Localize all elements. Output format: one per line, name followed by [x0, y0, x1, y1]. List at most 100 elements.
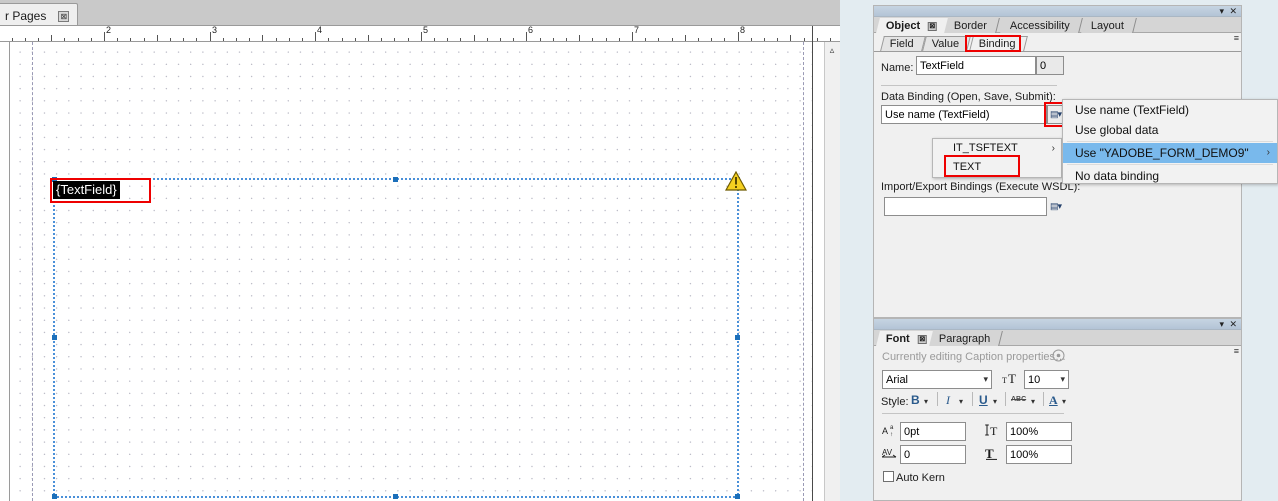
horizontal-scale-icon: T — [985, 446, 997, 460]
font-panel-minimize-icon[interactable]: ▾ — [1219, 319, 1224, 329]
ruler-tick — [51, 35, 52, 41]
strikethrough-dropdown-icon[interactable]: ▾ — [1031, 397, 1035, 406]
subtab-value[interactable]: Value — [922, 36, 972, 51]
selection-handle[interactable] — [393, 494, 398, 499]
tracking-icon: AV — [882, 448, 897, 458]
strikethrough-button[interactable]: ABC — [1011, 396, 1026, 403]
font-panel-close-icon[interactable]: ✕ — [1229, 319, 1237, 329]
data-binding-input[interactable]: Use name (TextField) — [881, 105, 1047, 124]
name-index-input[interactable]: 0 — [1036, 56, 1064, 75]
ruler-tick — [460, 38, 461, 41]
font-color-dropdown-icon[interactable]: ▾ — [1062, 397, 1066, 406]
selection-handle[interactable] — [735, 494, 740, 499]
font-family-select[interactable]: Arial ▾ — [882, 370, 992, 389]
menu-item-use-global-data[interactable]: Use global data — [1063, 120, 1277, 140]
underline-button[interactable]: U — [979, 393, 988, 407]
submenu-item-it-tsftext[interactable]: IT_TSFTEXT › — [933, 139, 1061, 158]
tab-font-close-icon[interactable]: ⊠ — [917, 334, 927, 344]
textfield-caption-text[interactable]: {TextField} — [53, 181, 120, 199]
subtab-field-label: Field — [889, 38, 914, 50]
menu-divider — [1067, 141, 1273, 142]
horizontal-scale-input[interactable]: 100% — [1006, 445, 1072, 464]
textfield-object[interactable] — [52, 177, 740, 499]
ruler-tick — [645, 38, 646, 41]
tab-object[interactable]: Object ⊠ — [876, 18, 951, 33]
import-export-list-picker-icon[interactable]: ▤▾ — [1047, 197, 1064, 216]
bold-button[interactable]: B — [911, 393, 920, 407]
object-panel-tabstrip: Object ⊠ Border Accessibility Layout ≡ — [874, 17, 1241, 43]
subtab-binding[interactable]: Binding — [969, 36, 1028, 51]
menu-item-no-data-binding[interactable]: No data binding — [1063, 166, 1277, 186]
ruler-tick — [12, 38, 13, 41]
tracking-input[interactable]: 0 — [900, 445, 966, 464]
selection-handle[interactable] — [393, 177, 398, 182]
selection-handle[interactable] — [735, 335, 740, 340]
tab-paragraph[interactable]: Paragraph — [929, 331, 1004, 346]
vertical-scale-input[interactable]: 100% — [1006, 422, 1072, 441]
ruler-tick — [513, 38, 514, 41]
ruler-tick — [117, 38, 118, 41]
font-family-value: Arial — [886, 373, 909, 386]
tab-layout[interactable]: Layout — [1081, 18, 1137, 33]
auto-kern-checkbox[interactable] — [883, 471, 894, 482]
selection-handle[interactable] — [52, 335, 57, 340]
document-tab[interactable]: r Pages ⊠ — [0, 3, 79, 25]
ruler-tick — [711, 38, 712, 41]
scroll-up-arrow-icon[interactable]: ▵ — [825, 43, 839, 57]
vertical-scale-icon: T — [985, 424, 998, 437]
ruler-tick — [183, 38, 184, 41]
warning-triangle-icon[interactable] — [725, 171, 747, 191]
baseline-shift-icon: A a ↑ — [882, 425, 894, 437]
menu-item-use-data-connection[interactable]: Use "YADOBE_FORM_DEMO9" › — [1063, 143, 1277, 163]
import-export-input[interactable] — [884, 197, 1047, 216]
tab-border-label: Border — [953, 20, 987, 32]
ruler-tick — [592, 38, 593, 41]
document-tab-close-icon[interactable]: ⊠ — [58, 10, 70, 22]
ruler-tick — [672, 38, 673, 41]
italic-dropdown-icon[interactable]: ▾ — [959, 397, 963, 406]
selection-handle[interactable] — [52, 494, 57, 499]
ruler-tick — [25, 38, 26, 41]
font-size-select[interactable]: 10 ▾ — [1024, 370, 1069, 389]
italic-button[interactable]: I — [946, 393, 950, 408]
name-input[interactable]: TextField — [916, 56, 1036, 75]
baseline-shift-input[interactable]: 0pt — [900, 422, 966, 441]
ruler-tick — [368, 35, 369, 41]
object-panel-close-icon[interactable]: ✕ — [1229, 6, 1237, 16]
object-panel-minimize-icon[interactable]: ▾ — [1219, 6, 1224, 16]
tab-layout-label: Layout — [1090, 20, 1124, 32]
section-divider — [881, 85, 1057, 86]
target-circle-icon[interactable] — [1052, 349, 1065, 362]
form-designer-canvas-area: r Pages ⊠ 2345678 {TextField} ▵ — [0, 0, 840, 501]
tab-accessibility[interactable]: Accessibility — [1000, 18, 1083, 33]
object-panel-titlebar[interactable] — [874, 6, 1241, 17]
tab-object-close-icon[interactable]: ⊠ — [928, 21, 938, 31]
design-canvas[interactable]: {TextField} — [11, 42, 823, 501]
svg-text:T: T — [990, 424, 998, 437]
ruler-tick — [474, 35, 475, 41]
ruler-tick — [566, 38, 567, 41]
font-size-icon: T T — [1002, 371, 1016, 386]
font-panel-titlebar[interactable] — [874, 319, 1241, 330]
bold-dropdown-icon[interactable]: ▾ — [924, 397, 928, 406]
canvas-vertical-scrollbar[interactable] — [824, 42, 840, 501]
font-panel-menu-icon[interactable]: ≡ — [1234, 346, 1239, 356]
ruler-label: 8 — [740, 26, 746, 35]
tab-border[interactable]: Border — [944, 18, 1000, 33]
ruler-tick — [751, 38, 752, 41]
ruler-tick — [804, 38, 805, 41]
menu-item-label: Use "YADOBE_FORM_DEMO9" — [1075, 146, 1249, 160]
chevron-down-icon: ▾ — [1060, 374, 1065, 384]
subtab-field[interactable]: Field — [880, 36, 926, 51]
underline-dropdown-icon[interactable]: ▾ — [993, 397, 997, 406]
svg-text:T: T — [1002, 376, 1007, 385]
auto-kern-label: Auto Kern — [896, 472, 945, 484]
menu-item-label: Use global data — [1075, 123, 1159, 137]
submenu-item-text[interactable]: TEXT — [933, 158, 1061, 177]
ruler-tick — [619, 38, 620, 41]
ruler-tick — [764, 38, 765, 41]
ruler-tick — [342, 38, 343, 41]
menu-item-use-name[interactable]: Use name (TextField) — [1063, 100, 1277, 120]
font-color-button[interactable]: A — [1049, 393, 1058, 408]
ruler-label: 4 — [317, 26, 323, 35]
